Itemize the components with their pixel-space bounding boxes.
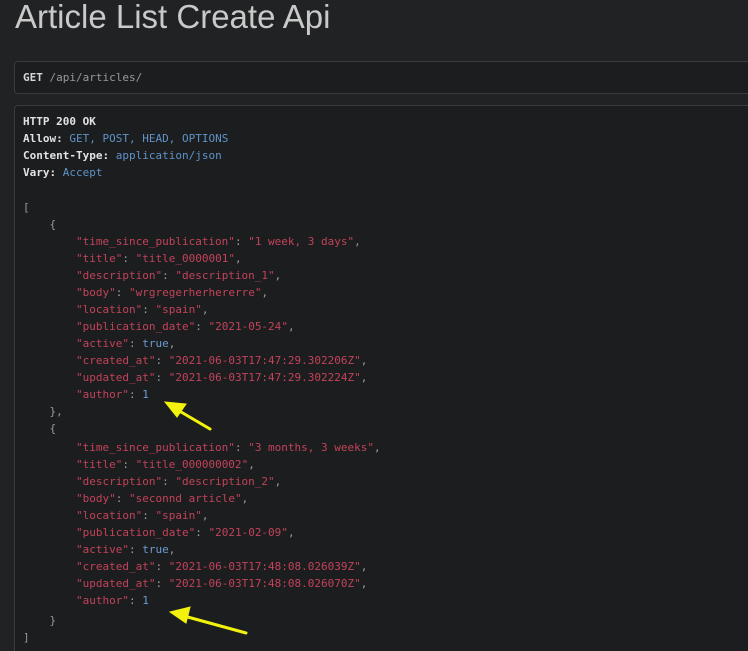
json-value: 1 <box>142 388 149 401</box>
json-field-body: "body": "wrgregerherhererre", <box>75 286 269 299</box>
json-value: 2021-06-03T17:47:29.302224Z <box>175 371 355 384</box>
json-value: true <box>142 543 169 556</box>
page-title: Article List Create Api <box>15 0 331 35</box>
header-key: Vary <box>23 166 50 179</box>
json-field-time-since-publication: "time_since_publication": "3 months, 3 w… <box>75 441 381 454</box>
json-value: description_1 <box>181 269 269 282</box>
json-object-close: }, <box>23 405 63 418</box>
header-value: GET, POST, HEAD, OPTIONS <box>69 132 229 145</box>
header-key: Content-Type <box>23 149 103 162</box>
json-field-active: "active": true, <box>75 337 176 350</box>
json-value: description_2 <box>181 475 269 488</box>
json-field-author: "author": 1 <box>75 594 149 607</box>
json-value: title_0000001 <box>142 252 229 265</box>
json-field-body: "body": "seconnd article", <box>75 492 249 505</box>
json-value: seconnd article <box>135 492 235 505</box>
response-header-content-type: Content-Type: application/json <box>23 149 222 162</box>
json-object-close: } <box>23 614 57 627</box>
json-value: 2021-06-03T17:47:29.302206Z <box>175 354 355 367</box>
json-value: spain <box>162 509 196 522</box>
json-value: 3 months, 3 weeks <box>254 441 368 454</box>
json-field-publication-date: "publication_date": "2021-05-24", <box>75 320 295 333</box>
header-value: Accept <box>62 166 103 179</box>
response-header-allow: Allow: GET, POST, HEAD, OPTIONS <box>23 132 229 145</box>
json-field-created-at: "created_at": "2021-06-03T17:48:08.02603… <box>75 560 368 573</box>
json-field-time-since-publication: "time_since_publication": "1 week, 3 day… <box>75 235 361 248</box>
json-object-open: { <box>23 422 57 435</box>
response-header-vary: Vary: Accept <box>23 166 103 179</box>
json-field-updated-at: "updated_at": "2021-06-03T17:47:29.30222… <box>75 371 368 384</box>
json-field-title: "title": "title_000000002", <box>75 458 255 471</box>
json-array-open: [ <box>23 201 30 214</box>
json-value: spain <box>162 303 196 316</box>
json-field-created-at: "created_at": "2021-06-03T17:47:29.30220… <box>75 354 368 367</box>
json-field-location: "location": "spain", <box>75 303 209 316</box>
json-value: title_000000002 <box>142 458 242 471</box>
response-info-box: HTTP 200 OK Allow: GET, POST, HEAD, OPTI… <box>14 105 748 651</box>
json-value: true <box>142 337 169 350</box>
json-field-title: "title": "title_0000001", <box>75 252 242 265</box>
json-value: 2021-02-09 <box>215 526 282 539</box>
json-field-location: "location": "spain", <box>75 509 209 522</box>
json-value: 2021-06-03T17:48:08.026070Z <box>175 577 355 590</box>
json-value: wrgregerherhererre <box>135 286 255 299</box>
json-field-publication-date: "publication_date": "2021-02-09", <box>75 526 295 539</box>
header-key: Allow <box>23 132 57 145</box>
json-field-active: "active": true, <box>75 543 176 556</box>
request-info-box: GET /api/articles/ <box>14 61 748 94</box>
json-field-description: "description": "description_1", <box>75 269 282 282</box>
json-field-description: "description": "description_2", <box>75 475 282 488</box>
request-method: GET <box>23 71 43 84</box>
json-array-close: ] <box>23 631 30 644</box>
json-value: 2021-05-24 <box>215 320 282 333</box>
request-path[interactable]: /api/articles/ <box>43 71 142 84</box>
json-value: 2021-06-03T17:48:08.026039Z <box>175 560 355 573</box>
json-value: 1 <box>142 594 149 607</box>
json-field-author: "author": 1 <box>75 388 149 401</box>
response-status: HTTP 200 OK <box>23 115 96 128</box>
json-object-open: { <box>23 218 57 231</box>
json-field-updated-at: "updated_at": "2021-06-03T17:48:08.02607… <box>75 577 368 590</box>
json-value: 1 week, 3 days <box>254 235 348 248</box>
header-value: application/json <box>115 149 222 162</box>
request-line: GET /api/articles/ <box>23 71 142 85</box>
